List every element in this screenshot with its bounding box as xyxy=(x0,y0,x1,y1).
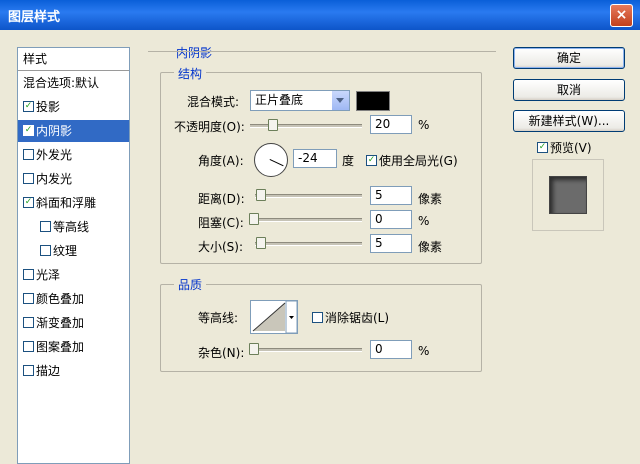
sidebar-item-label: 光泽 xyxy=(36,268,61,282)
sidebar-item-label: 投影 xyxy=(36,100,61,114)
preview-check-icon[interactable]: ✓ xyxy=(537,142,548,153)
sidebar-item[interactable]: 图案叠加 xyxy=(18,336,129,358)
blend-mode-label: 混合模式: xyxy=(187,95,240,109)
size-slider-thumb[interactable] xyxy=(256,237,266,249)
sidebar-item-label: 内发光 xyxy=(36,172,73,186)
blend-mode-value: 正片叠底 xyxy=(255,93,304,107)
sidebar-checkbox-icon[interactable] xyxy=(23,149,34,160)
sidebar-checkbox-icon[interactable] xyxy=(23,341,34,352)
ok-button[interactable]: 确定 xyxy=(513,47,625,69)
quality-title: 品质 xyxy=(174,276,207,293)
noise-slider-thumb[interactable] xyxy=(249,343,259,355)
choke-unit: % xyxy=(418,214,430,228)
sidebar-checkbox-icon[interactable] xyxy=(23,293,34,304)
sidebar-item[interactable]: 外发光 xyxy=(18,144,129,166)
sidebar-checkbox-icon[interactable]: ✓ xyxy=(23,197,34,208)
noise-input[interactable]: 0 xyxy=(370,340,412,359)
new-style-button[interactable]: 新建样式(W)... xyxy=(513,110,625,132)
contour-picker[interactable] xyxy=(250,300,298,334)
opacity-label: 不透明度(O): xyxy=(174,120,245,134)
chevron-down-icon xyxy=(331,91,349,110)
sidebar-item[interactable]: ✓ 投影 xyxy=(18,96,129,118)
styles-header[interactable]: 样式 xyxy=(18,48,129,71)
anti-alias-label: 消除锯齿(L) xyxy=(325,311,390,325)
sidebar-checkbox-icon[interactable] xyxy=(23,269,34,280)
sidebar-item-label: 颜色叠加 xyxy=(36,292,85,306)
preview-thumbnail xyxy=(549,176,587,214)
opacity-slider-thumb[interactable] xyxy=(268,119,279,131)
blend-color-swatch[interactable] xyxy=(356,91,390,111)
distance-input[interactable]: 5 xyxy=(370,186,412,205)
distance-unit: 像素 xyxy=(418,192,443,206)
choke-slider-thumb[interactable] xyxy=(249,213,259,225)
opacity-input[interactable]: 20 xyxy=(370,115,412,134)
angle-label: 角度(A): xyxy=(198,154,244,168)
choke-input[interactable]: 0 xyxy=(370,210,412,229)
styles-list: 样式 混合选项:默认 ✓ 投影 ✓ 内阴影 外发光 内发光 ✓ 斜面和浮雕 等高线 纹理 光泽 颜色叠加… xyxy=(17,47,130,464)
sidebar-checkbox-icon[interactable] xyxy=(40,245,51,256)
global-light-checkbox[interactable]: ✓ 使用全局光(G) xyxy=(366,152,458,169)
sidebar-item-label: 斜面和浮雕 xyxy=(36,196,97,210)
cancel-button[interactable]: 取消 xyxy=(513,79,625,101)
noise-slider[interactable] xyxy=(250,348,362,352)
distance-slider-thumb[interactable] xyxy=(256,189,266,201)
sidebar-checkbox-icon[interactable] xyxy=(23,365,34,376)
distance-label: 距离(D): xyxy=(198,192,245,206)
angle-unit: 度 xyxy=(342,154,355,168)
preview-label: 预览(V) xyxy=(550,141,592,155)
contour-label: 等高线: xyxy=(198,311,239,325)
sidebar-checkbox-icon[interactable]: ✓ xyxy=(23,125,34,136)
sidebar-item[interactable]: ✓ 斜面和浮雕 xyxy=(18,192,129,214)
sidebar-item-label: 纹理 xyxy=(53,244,78,258)
sidebar-item[interactable]: 内发光 xyxy=(18,168,129,190)
contour-curve-icon xyxy=(252,300,298,334)
sidebar-checkbox-icon[interactable] xyxy=(40,221,51,232)
angle-input[interactable]: -24 xyxy=(293,149,337,168)
global-light-check-icon[interactable]: ✓ xyxy=(366,155,377,166)
size-slider[interactable] xyxy=(255,242,362,246)
blend-mode-select[interactable]: 正片叠底 xyxy=(250,90,350,111)
section-divider xyxy=(148,51,496,52)
global-light-label: 使用全局光(G) xyxy=(379,154,458,168)
sidebar-item[interactable]: 等高线 xyxy=(18,216,129,238)
noise-label: 杂色(N): xyxy=(198,346,245,360)
style-preview xyxy=(532,159,604,231)
sidebar-item[interactable]: 纹理 xyxy=(18,240,129,262)
sidebar-checkbox-icon[interactable] xyxy=(23,173,34,184)
sidebar-item[interactable]: 描边 xyxy=(18,360,129,382)
size-input[interactable]: 5 xyxy=(370,234,412,253)
size-unit: 像素 xyxy=(418,240,443,254)
sidebar-item-label: 混合选项:默认 xyxy=(23,76,100,90)
sidebar-item-label: 渐变叠加 xyxy=(36,316,85,330)
sidebar-item-label: 内阴影 xyxy=(36,124,73,138)
sidebar-item[interactable]: 混合选项:默认 xyxy=(18,72,129,94)
choke-label: 阻塞(C): xyxy=(198,216,244,230)
sidebar-item[interactable]: 颜色叠加 xyxy=(18,288,129,310)
sidebar-item[interactable]: 光泽 xyxy=(18,264,129,286)
sidebar-item-label: 外发光 xyxy=(36,148,73,162)
opacity-slider[interactable] xyxy=(250,124,362,128)
window-title: 图层样式 xyxy=(8,10,61,25)
structure-title: 结构 xyxy=(174,65,207,82)
sidebar-checkbox-icon[interactable] xyxy=(23,317,34,328)
choke-slider[interactable] xyxy=(250,218,362,222)
sidebar-checkbox-icon[interactable]: ✓ xyxy=(23,101,34,112)
sidebar-item[interactable]: ✓ 内阴影 xyxy=(18,120,129,142)
distance-slider[interactable] xyxy=(255,194,362,198)
title-bar: 图层样式 × xyxy=(0,0,640,30)
anti-alias-check-icon[interactable] xyxy=(312,312,323,323)
anti-alias-checkbox[interactable]: 消除锯齿(L) xyxy=(312,309,389,326)
section-title: 内阴影 xyxy=(172,44,217,61)
size-label: 大小(S): xyxy=(198,240,244,254)
sidebar-item-label: 等高线 xyxy=(53,220,90,234)
sidebar-item-label: 图案叠加 xyxy=(36,340,85,354)
close-button[interactable]: × xyxy=(610,4,633,27)
noise-unit: % xyxy=(418,344,430,358)
sidebar-item[interactable]: 渐变叠加 xyxy=(18,312,129,334)
sidebar-item-label: 描边 xyxy=(36,364,61,378)
preview-checkbox[interactable]: ✓ 预览(V) xyxy=(537,139,592,156)
opacity-unit: % xyxy=(418,118,430,132)
